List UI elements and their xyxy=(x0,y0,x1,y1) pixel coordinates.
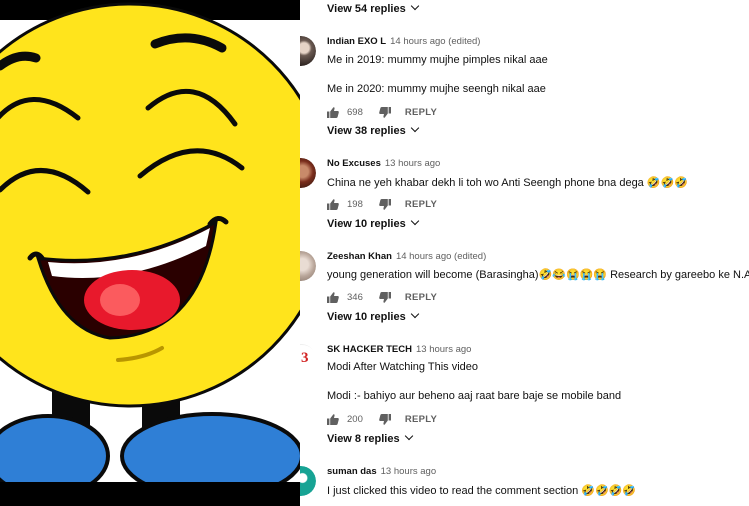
comment-time[interactable]: 13 hours ago xyxy=(416,344,471,355)
avatar[interactable] xyxy=(300,466,316,496)
avatar[interactable] xyxy=(300,251,316,281)
like-count: 698 xyxy=(347,106,363,118)
comment-author[interactable]: suman das xyxy=(327,466,377,477)
image-bottom-bar xyxy=(0,482,300,506)
thumb-down-icon[interactable] xyxy=(379,106,391,118)
avatar[interactable] xyxy=(300,36,316,66)
sk-logo-icon: 3 xyxy=(301,350,309,366)
comment-meta: Indian EXO L 14 hours ago (edited) xyxy=(327,36,480,47)
chevron-down-icon xyxy=(404,431,413,441)
thumb-down-icon[interactable] xyxy=(379,198,391,210)
thumb-down-icon[interactable] xyxy=(379,291,391,303)
comment-text: young generation will become (Barasingha… xyxy=(327,269,749,281)
comment-actions: 200 REPLY xyxy=(327,412,437,426)
comment-text: Modi :- bahiyo aur beheno aaj raat bare … xyxy=(327,390,622,402)
comment-text: Modi After Watching This video xyxy=(327,361,479,373)
thumb-up-icon[interactable] xyxy=(327,106,339,118)
avatar[interactable] xyxy=(300,158,316,188)
like-count: 200 xyxy=(347,413,363,425)
view-replies-button[interactable]: View 38 replies xyxy=(327,123,419,137)
view-replies-button[interactable]: View 8 replies xyxy=(327,431,413,445)
svg-text:3: 3 xyxy=(301,350,309,366)
reply-button[interactable]: REPLY xyxy=(405,107,437,118)
comment-meta: SK HACKER TECH 13 hours ago xyxy=(327,344,471,355)
view-replies-button[interactable]: View 10 replies xyxy=(327,309,419,323)
emoji-face xyxy=(0,2,300,408)
comment-actions: 198 REPLY xyxy=(327,197,437,211)
comment-text: Me in 2020: mummy mujhe seengh nikal aae xyxy=(327,83,546,95)
reply-button[interactable]: REPLY xyxy=(405,199,437,210)
thumb-down-icon[interactable] xyxy=(379,413,391,425)
chevron-down-icon xyxy=(410,1,419,11)
comment-author[interactable]: SK HACKER TECH xyxy=(327,344,412,355)
comment-time[interactable]: 13 hours ago xyxy=(385,158,440,169)
comment-time[interactable]: 14 hours ago (edited) xyxy=(390,36,480,47)
comment-meta: Zeeshan Khan 14 hours ago (edited) xyxy=(327,251,486,262)
reply-button[interactable]: REPLY xyxy=(405,292,437,303)
comment-time[interactable]: 14 hours ago (edited) xyxy=(396,251,486,262)
like-count: 346 xyxy=(347,291,363,303)
comment-author[interactable]: Zeeshan Khan xyxy=(327,251,392,262)
comment-author[interactable]: No Excuses xyxy=(327,158,381,169)
avatar[interactable]: 3 xyxy=(300,344,316,374)
view-replies-button[interactable]: View 10 replies xyxy=(327,216,419,230)
comment-meta: suman das 13 hours ago xyxy=(327,466,436,477)
comment-text: China ne yeh khabar dekh li toh wo Anti … xyxy=(327,177,688,189)
thumb-up-icon[interactable] xyxy=(327,198,339,210)
laughing-emoji-image xyxy=(0,0,300,506)
comment-actions: 698 REPLY xyxy=(327,105,437,119)
thumb-up-icon[interactable] xyxy=(327,291,339,303)
comment-author[interactable]: Indian EXO L xyxy=(327,36,386,47)
reply-button[interactable]: REPLY xyxy=(405,414,437,425)
thumb-up-icon[interactable] xyxy=(327,413,339,425)
chevron-down-icon xyxy=(410,309,419,319)
tongue-highlight xyxy=(100,284,140,316)
chevron-down-icon xyxy=(410,216,419,226)
comment-time[interactable]: 13 hours ago xyxy=(381,466,436,477)
laughing-emoji-drawing xyxy=(0,2,300,500)
comment-actions: 346 REPLY xyxy=(327,290,437,304)
comment-text: I just clicked this video to read the co… xyxy=(327,485,637,497)
comments-section: View 54 replies Indian EXO L 14 hours ago… xyxy=(300,0,749,506)
comment-meta: No Excuses 13 hours ago xyxy=(327,158,440,169)
chevron-down-icon xyxy=(410,123,419,133)
view-replies-button[interactable]: View 54 replies xyxy=(327,1,419,15)
comment-text: Me in 2019: mummy mujhe pimples nikal aa… xyxy=(327,54,548,66)
like-count: 198 xyxy=(347,198,363,210)
